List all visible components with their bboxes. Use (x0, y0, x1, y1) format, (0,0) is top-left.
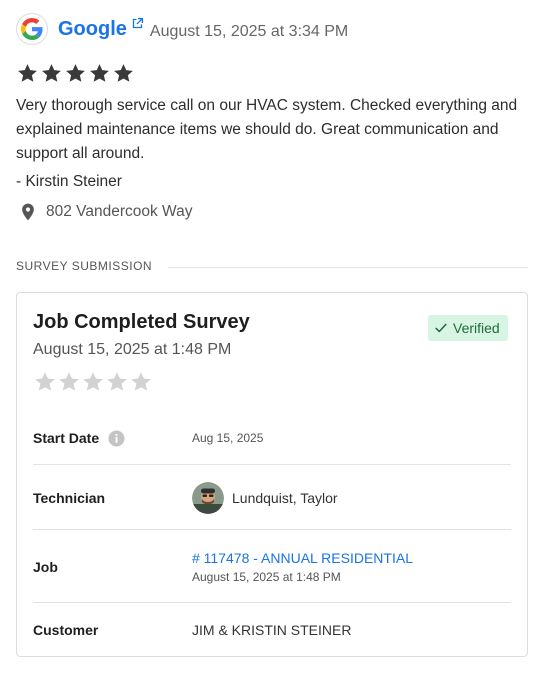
customer-value: JIM & KRISTIN STEINER (192, 622, 352, 638)
job-row: Job # 117478 - ANNUAL RESIDENTIAL August… (33, 547, 511, 587)
star-icon (35, 372, 55, 391)
reviewer-name: - Kirstin Steiner (16, 173, 122, 190)
survey-title: Job Completed Survey (33, 311, 250, 333)
job-label: Job (33, 559, 58, 575)
star-icon (114, 64, 133, 82)
star-icon (59, 372, 79, 391)
verified-label: Verified (453, 320, 500, 336)
job-date: August 15, 2025 at 1:48 PM (192, 570, 341, 584)
star-icon (66, 64, 85, 82)
verified-badge: Verified (428, 315, 508, 341)
start-date-label-text: Start Date (33, 430, 100, 446)
survey-date: August 15, 2025 at 1:48 PM (33, 341, 232, 358)
review-date: August 15, 2025 at 3:34 PM (149, 23, 349, 40)
technician-avatar (192, 482, 224, 514)
info-icon[interactable] (108, 429, 125, 447)
start-date-value: Aug 15, 2025 (192, 431, 264, 445)
technician-label: Technician (33, 490, 106, 506)
star-icon (131, 372, 151, 391)
review-rating (16, 62, 135, 85)
start-date-label: Start Date (33, 429, 125, 447)
review-source-link[interactable]: Google (58, 17, 144, 41)
job-value: # 117478 - ANNUAL RESIDENTIAL August 15,… (192, 550, 413, 584)
customer-label: Customer (33, 622, 99, 638)
review-header: Google August 15, 2025 at 3:34 PM (16, 12, 536, 46)
section-label: SURVEY SUBMISSION (16, 259, 153, 273)
star-icon (42, 64, 61, 82)
row-divider (33, 464, 511, 465)
job-link[interactable]: # 117478 - ANNUAL RESIDENTIAL (192, 550, 413, 566)
star-icon (83, 372, 103, 391)
technician-row: Technician Lundquist, Taylor (33, 482, 511, 514)
section-divider (168, 267, 528, 268)
row-divider (33, 602, 511, 603)
technician-name: Lundquist, Taylor (232, 490, 338, 506)
row-divider (33, 529, 511, 530)
review-source-label: Google (58, 17, 127, 40)
star-icon (107, 372, 127, 391)
address-text: 802 Vandercook Way (46, 203, 193, 220)
map-pin-icon (22, 203, 34, 221)
google-logo-icon (16, 13, 48, 45)
review-address: 802 Vandercook Way (18, 202, 192, 222)
star-icon (90, 64, 109, 82)
check-icon (435, 323, 447, 333)
start-date-row: Start Date Aug 15, 2025 (33, 425, 511, 451)
survey-rating (33, 370, 153, 394)
review-text: Very thorough service call on our HVAC s… (16, 97, 518, 162)
external-link-icon (132, 17, 143, 28)
customer-row: Customer JIM & KRISTIN STEINER (33, 619, 511, 641)
star-icon (18, 64, 37, 82)
survey-card: Job Completed Survey August 15, 2025 at … (16, 292, 528, 657)
technician-value: Lundquist, Taylor (192, 482, 338, 514)
